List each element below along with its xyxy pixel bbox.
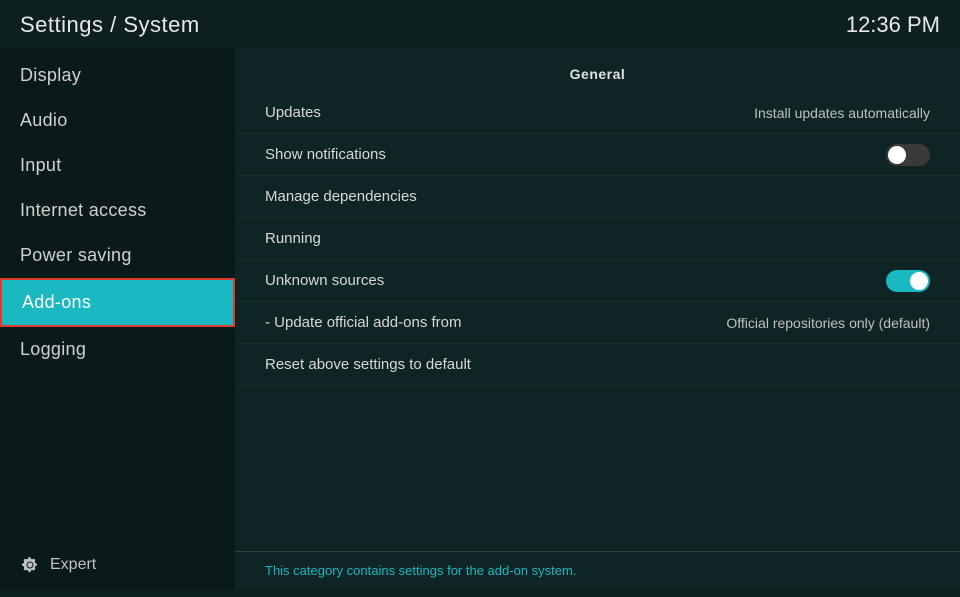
- sidebar-item-power-saving[interactable]: Power saving: [0, 233, 235, 278]
- status-bar: This category contains settings for the …: [235, 551, 960, 590]
- setting-label-manage-dependencies: Manage dependencies: [265, 188, 417, 205]
- toggle-unknown-sources[interactable]: [886, 270, 930, 292]
- sidebar-item-audio[interactable]: Audio: [0, 98, 235, 143]
- setting-row-reset-settings[interactable]: Reset above settings to default: [235, 344, 960, 386]
- setting-value-update-addons-from: Official repositories only (default): [726, 315, 930, 331]
- setting-row-running[interactable]: Running: [235, 218, 960, 260]
- setting-row-updates[interactable]: Updates Install updates automatically: [235, 92, 960, 134]
- setting-label-updates: Updates: [265, 104, 321, 121]
- page-title: Settings / System: [20, 12, 200, 38]
- content-area: General Updates Install updates automatic…: [235, 48, 960, 551]
- main-content: General Updates Install updates automatic…: [235, 48, 960, 590]
- main-layout: DisplayAudioInputInternet accessPower sa…: [0, 48, 960, 590]
- setting-label-show-notifications: Show notifications: [265, 146, 386, 163]
- sidebar-item-add-ons[interactable]: Add-ons: [0, 278, 235, 327]
- section-title: General: [235, 58, 960, 92]
- setting-label-update-addons-from: - Update official add-ons from: [265, 314, 462, 331]
- clock: 12:36 PM: [846, 12, 940, 38]
- sidebar: DisplayAudioInputInternet accessPower sa…: [0, 48, 235, 590]
- setting-row-update-addons-from[interactable]: - Update official add-ons from Official r…: [235, 302, 960, 344]
- status-text: This category contains settings for the …: [265, 563, 576, 578]
- setting-label-unknown-sources: Unknown sources: [265, 272, 384, 289]
- setting-row-manage-dependencies[interactable]: Manage dependencies: [235, 176, 960, 218]
- toggle-show-notifications[interactable]: [886, 144, 930, 166]
- setting-label-running: Running: [265, 230, 321, 247]
- setting-row-show-notifications[interactable]: Show notifications: [235, 134, 960, 176]
- sidebar-item-logging[interactable]: Logging: [0, 327, 235, 372]
- sidebar-item-input[interactable]: Input: [0, 143, 235, 188]
- sidebar-item-display[interactable]: Display: [0, 53, 235, 98]
- header: Settings / System 12:36 PM: [0, 0, 960, 48]
- sidebar-item-internet-access[interactable]: Internet access: [0, 188, 235, 233]
- sidebar-bottom: Expert: [0, 540, 235, 590]
- expert-label: Expert: [50, 556, 96, 574]
- setting-value-updates: Install updates automatically: [754, 105, 930, 121]
- setting-label-reset-settings: Reset above settings to default: [265, 356, 471, 373]
- setting-row-unknown-sources[interactable]: Unknown sources: [235, 260, 960, 302]
- gear-icon: [20, 555, 40, 575]
